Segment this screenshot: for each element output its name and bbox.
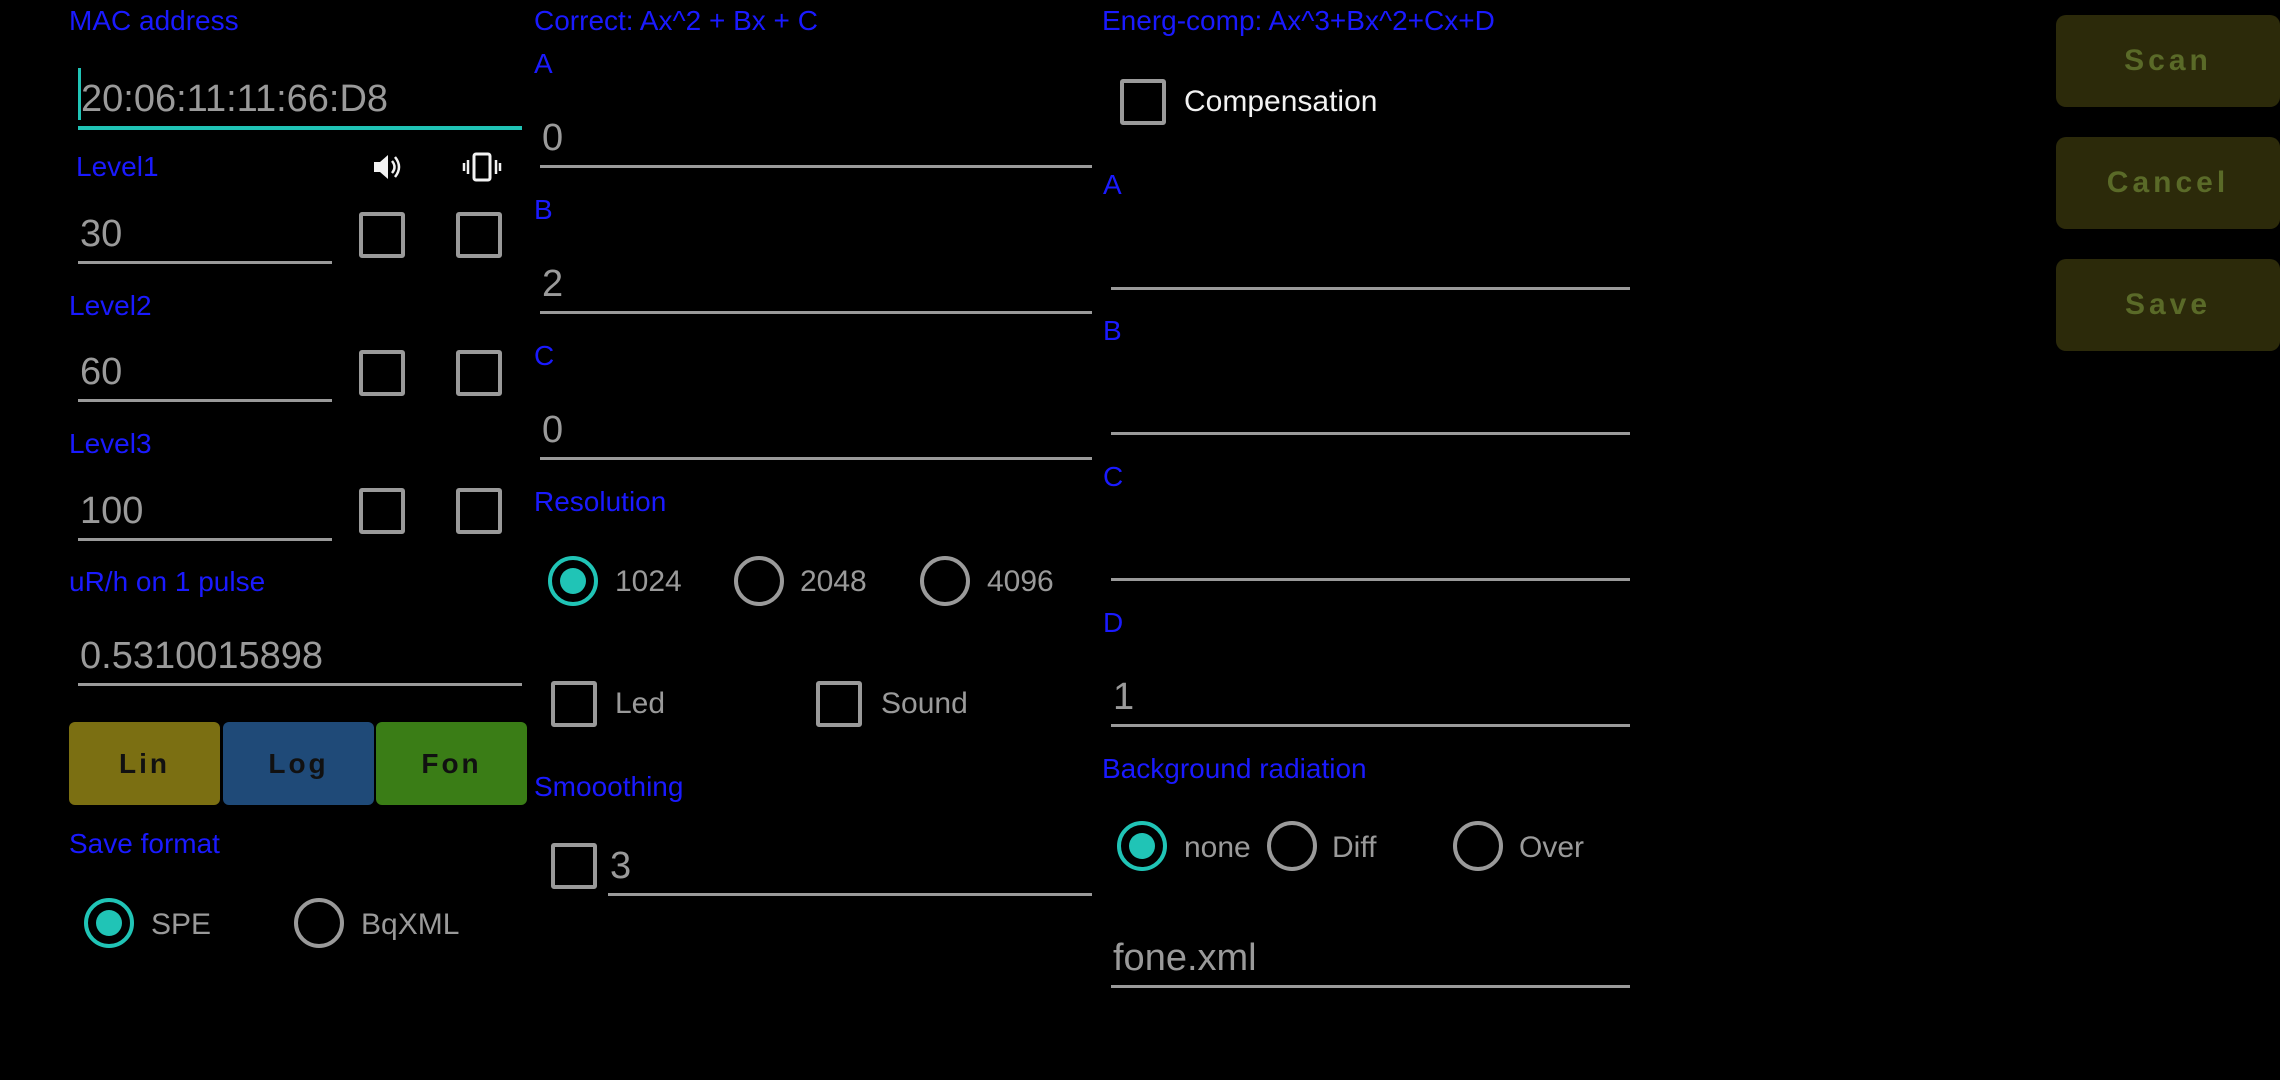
correct-formula-label: Correct: Ax^2 + Bx + C [534,5,818,36]
energ-d-input[interactable]: 1 [1111,659,1630,727]
smoothing-label: Smooothing [534,771,684,802]
background-diff-label: Diff [1332,831,1377,864]
background-over-label: Over [1519,831,1585,864]
sound-checkbox[interactable] [816,681,862,727]
led-checkbox[interactable] [551,681,597,727]
smoothing-checkbox[interactable] [551,843,597,889]
save-format-spe-label: SPE [151,908,212,941]
level2-input[interactable]: 60 [78,336,332,402]
resolution-2048-label: 2048 [800,565,867,598]
save-button[interactable]: Save [2056,259,2280,351]
level1-value: 30 [80,213,123,255]
pulse-input[interactable]: 0.5310015898 [78,620,522,686]
compensation-checkbox[interactable] [1120,79,1166,125]
energ-b-label: B [1103,315,1122,346]
level2-label: Level2 [69,290,152,321]
level3-label: Level3 [69,428,152,459]
background-diff-radio[interactable] [1267,821,1317,871]
resolution-4096-radio[interactable] [920,556,970,606]
energ-d-label: D [1103,607,1124,638]
vibrate-icon [462,150,502,189]
pulse-label: uR/h on 1 pulse [69,566,266,597]
mac-address-input[interactable]: 20:06:11:11:66:D8 [78,60,522,130]
energ-d-value: 1 [1113,676,1135,718]
level1-sound-checkbox[interactable] [359,212,405,258]
resolution-1024-label: 1024 [615,565,682,598]
save-format-bqxml-label: BqXML [361,908,460,941]
speaker-icon [370,150,404,189]
smoothing-value: 3 [610,845,632,887]
background-none-label: none [1184,831,1251,864]
mac-address-label: MAC address [69,5,239,36]
resolution-2048-radio[interactable] [734,556,784,606]
fon-button[interactable]: Fon [376,722,527,805]
smoothing-input[interactable]: 3 [608,828,1092,896]
correct-b-value: 2 [542,263,564,305]
led-label: Led [615,687,666,720]
resolution-label: Resolution [534,486,667,517]
resolution-1024-radio[interactable] [548,556,598,606]
save-format-label: Save format [69,828,220,859]
level3-vibrate-checkbox[interactable] [456,488,502,534]
energ-comp-label: Energ-comp: Ax^3+Bx^2+Cx+D [1102,5,1495,36]
background-radiation-label: Background radiation [1102,753,1367,784]
level3-sound-checkbox[interactable] [359,488,405,534]
mac-address-value: 20:06:11:11:66:D8 [81,78,389,120]
log-button[interactable]: Log [223,722,374,805]
correct-a-input[interactable]: 0 [540,100,1092,168]
correct-b-label: B [534,194,553,225]
cancel-button[interactable]: Cancel [2056,137,2280,229]
background-over-radio[interactable] [1453,821,1503,871]
level2-value: 60 [80,351,123,393]
energ-c-input[interactable] [1111,513,1630,581]
energ-c-label: C [1103,461,1124,492]
level3-input[interactable]: 100 [78,475,332,541]
lin-button[interactable]: Lin [69,722,220,805]
energ-a-label: A [1103,169,1122,200]
fone-file-value: fone.xml [1113,937,1257,979]
level2-sound-checkbox[interactable] [359,350,405,396]
correct-b-input[interactable]: 2 [540,246,1092,314]
level3-value: 100 [80,490,144,532]
correct-c-input[interactable]: 0 [540,392,1092,460]
save-format-bqxml-radio[interactable] [294,898,344,948]
save-format-spe-radio[interactable] [84,898,134,948]
correct-a-label: A [534,48,553,79]
correct-c-value: 0 [542,409,564,451]
fone-file-input[interactable]: fone.xml [1111,920,1630,988]
energ-a-input[interactable] [1111,222,1630,290]
level2-vibrate-checkbox[interactable] [456,350,502,396]
level1-vibrate-checkbox[interactable] [456,212,502,258]
resolution-4096-label: 4096 [987,565,1054,598]
level1-label: Level1 [76,151,159,182]
scan-button[interactable]: Scan [2056,15,2280,107]
pulse-value: 0.5310015898 [80,635,324,677]
correct-a-value: 0 [542,117,564,159]
correct-c-label: C [534,340,555,371]
sound-label: Sound [881,687,968,720]
level1-input[interactable]: 30 [78,198,332,264]
background-none-radio[interactable] [1117,821,1167,871]
energ-b-input[interactable] [1111,367,1630,435]
compensation-label: Compensation [1184,85,1378,118]
